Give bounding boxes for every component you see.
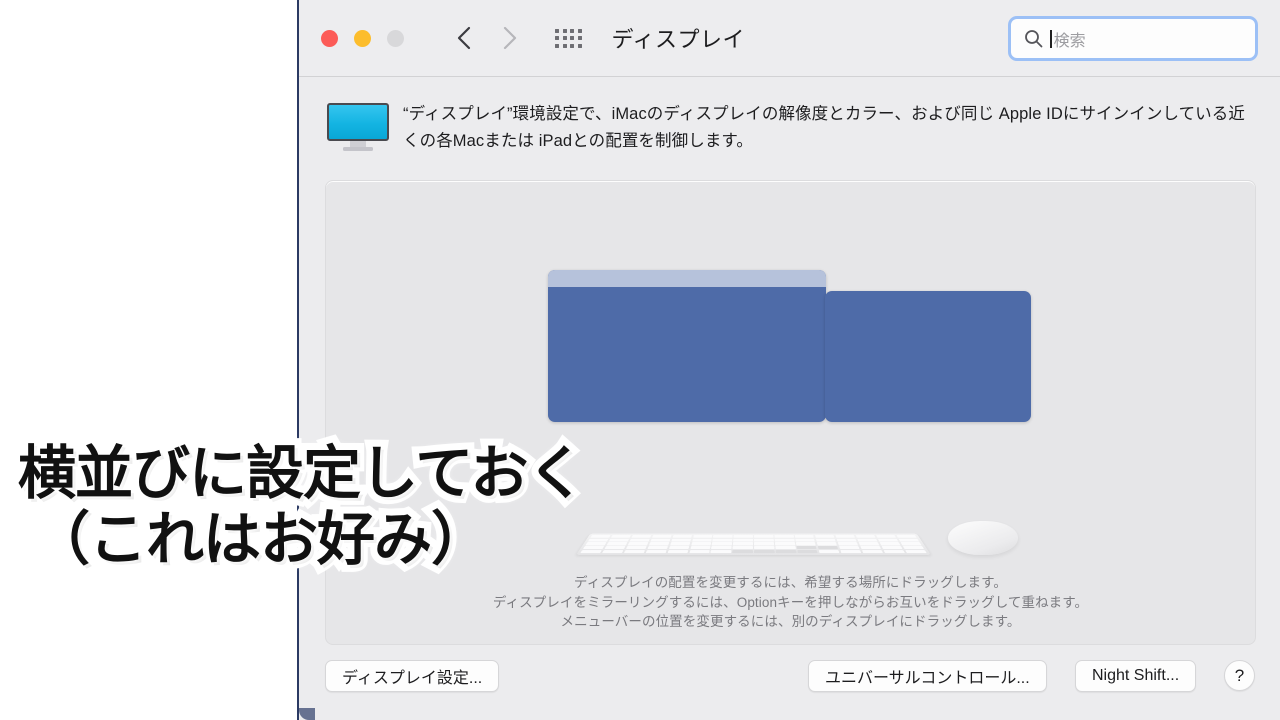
back-button[interactable] — [447, 21, 481, 55]
universal-control-button[interactable]: ユニバーサルコントロール... — [808, 660, 1047, 692]
forward-button[interactable] — [493, 21, 527, 55]
window-corner-decoration-bottom — [299, 708, 315, 720]
grid-dot — [577, 36, 582, 40]
grid-dot — [570, 28, 574, 33]
chevron-left-icon — [457, 26, 471, 50]
night-shift-button[interactable]: Night Shift... — [1075, 660, 1197, 692]
window-toolbar: ディスプレイ 検索 — [299, 0, 1280, 77]
grid-dot — [577, 43, 582, 48]
grid-dot — [555, 43, 559, 48]
grid-dot — [562, 28, 567, 33]
keyboard-keys — [580, 535, 927, 554]
search-field[interactable]: 検索 — [1008, 16, 1258, 61]
arrangement-hint-line: メニューバーの位置を変更するには、別のディスプレイにドラッグします。 — [560, 614, 1021, 629]
primary-display-tile[interactable] — [548, 270, 826, 422]
show-all-grid-icon[interactable] — [555, 28, 582, 48]
display-arrangement-panel[interactable]: ディスプレイの配置を変更するには、希望する場所にドラッグします。 ディスプレイを… — [325, 180, 1256, 645]
magic-mouse-icon — [948, 521, 1018, 555]
secondary-display-tile[interactable] — [825, 291, 1031, 422]
zoom-button[interactable] — [387, 29, 404, 47]
peripherals-illustration — [576, 509, 1018, 557]
chevron-right-icon — [503, 26, 517, 50]
close-button[interactable] — [321, 29, 338, 47]
arrangement-hints: ディスプレイの配置を変更するには、希望する場所にドラッグします。 ディスプレイを… — [326, 573, 1255, 632]
description-row: “ディスプレイ”環境設定で、iMacのディスプレイの解像度とカラー、および同じ … — [299, 77, 1280, 155]
arrangement-hint-line: ディスプレイの配置を変更するには、希望する場所にドラッグします。 — [574, 575, 1007, 590]
grid-dot — [562, 43, 567, 48]
search-icon — [1025, 30, 1043, 48]
arrangement-hint-line: ディスプレイをミラーリングするには、Optionキーを押しながらお互いをドラッグ… — [492, 594, 1089, 610]
page-title: ディスプレイ — [611, 27, 745, 52]
grid-dot — [577, 28, 582, 33]
system-preferences-window: ディスプレイ 検索 “ディスプレイ”環境設定で、iMacのディスプレイの解像度と… — [297, 0, 1280, 720]
text-cursor — [1050, 29, 1052, 48]
monitor-foot — [343, 147, 373, 151]
grid-dot — [570, 36, 574, 40]
description-text: “ディスプレイ”環境設定で、iMacのディスプレイの解像度とカラー、および同じ … — [403, 105, 1245, 150]
grid-dot — [555, 36, 559, 40]
grid-dot — [570, 43, 574, 48]
grid-dot — [562, 36, 567, 40]
minimize-button[interactable] — [354, 29, 371, 47]
grid-dot — [555, 28, 559, 33]
menu-bar-strip[interactable] — [548, 270, 826, 287]
help-button[interactable]: ? — [1224, 660, 1255, 691]
display-settings-button[interactable]: ディスプレイ設定... — [325, 660, 500, 692]
magic-keyboard-icon — [576, 533, 931, 555]
monitor-screen — [327, 103, 389, 141]
traffic-light-controls — [321, 29, 404, 47]
search-input[interactable]: 検索 — [1054, 27, 1086, 51]
display-monitor-icon — [327, 103, 389, 151]
